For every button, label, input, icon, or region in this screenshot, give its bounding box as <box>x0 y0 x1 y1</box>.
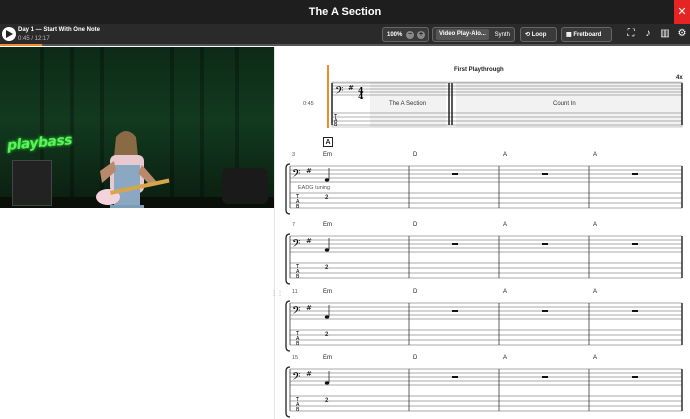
svg-text:#: # <box>306 370 312 378</box>
svg-text:𝄢: 𝄢 <box>292 371 300 386</box>
svg-text:B: B <box>296 407 300 413</box>
tab-fret-number: 2 <box>325 398 329 404</box>
staff-system[interactable]: 𝄢 #TAB <box>0 0 690 419</box>
